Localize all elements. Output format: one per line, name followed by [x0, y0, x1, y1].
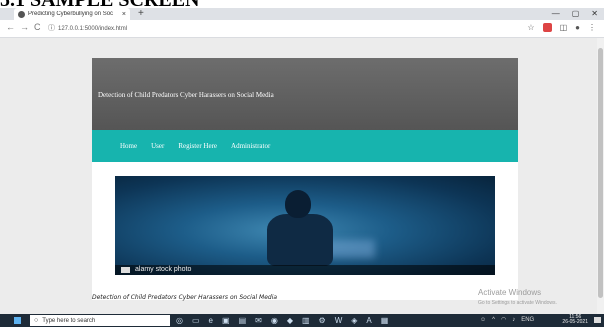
start-button[interactable]	[14, 317, 21, 324]
address-bar: ← → C ⓘ 127.0.0.1:5000/index.html ☆ ◫ ● ⋮	[0, 20, 604, 38]
site-navbar: Home User Register Here Administrator	[92, 130, 518, 162]
word-icon[interactable]: W	[335, 316, 343, 325]
volume-icon[interactable]: ♪	[512, 317, 515, 323]
app-icon[interactable]: ◆	[287, 316, 293, 325]
task-view-icon[interactable]: ▭	[192, 316, 200, 325]
url-text: 127.0.0.1:5000/index.html	[58, 26, 128, 32]
taskbar-search[interactable]: ○ Type here to search	[30, 315, 170, 326]
page-viewport: Detection of Child Predators Cyber Haras…	[0, 38, 597, 314]
browser-tabstrip: Predicting Cyberbullying on Soc × + — ▢ …	[0, 8, 604, 20]
search-placeholder: Type here to search	[42, 318, 96, 324]
file-explorer-icon[interactable]: ▤	[239, 316, 247, 325]
toolbar-icons: ☆ ◫ ● ⋮	[527, 23, 596, 32]
cast-icon[interactable]: ◫	[560, 23, 568, 32]
nav-user[interactable]: User	[151, 142, 164, 150]
settings-icon[interactable]: ⚙	[319, 316, 326, 325]
store-icon[interactable]: ▣	[222, 316, 230, 325]
person-figure	[267, 214, 333, 266]
close-tab-icon[interactable]: ×	[122, 11, 126, 18]
bookmark-star-icon[interactable]: ☆	[527, 23, 534, 32]
new-tab-button[interactable]: +	[138, 8, 144, 20]
activate-windows-notice: Activate Windows Go to Settings to activ…	[478, 282, 557, 306]
mail-icon[interactable]: ✉	[255, 316, 262, 325]
python-icon[interactable]: ◈	[351, 316, 357, 325]
nav-administrator[interactable]: Administrator	[231, 142, 270, 150]
document-heading: 5.1 SAMPLE SCREEN	[0, 0, 200, 11]
photos-icon[interactable]: ▥	[302, 316, 310, 325]
show-hidden-icon[interactable]: ^	[492, 317, 495, 323]
profile-icon[interactable]: ●	[575, 23, 580, 32]
people-icon[interactable]: ☺	[480, 317, 486, 323]
info-icon[interactable]: ⓘ	[48, 25, 55, 32]
stock-logo-icon	[121, 267, 130, 273]
activate-subtitle: Go to Settings to activate Windows.	[478, 300, 557, 306]
taskbar-clock[interactable]: 11:56 26-05-2021	[562, 315, 588, 325]
page-footer: Detection of Child Predators Cyber Haras…	[92, 294, 278, 301]
back-button[interactable]: ←	[6, 22, 15, 32]
url-field[interactable]: ⓘ 127.0.0.1:5000/index.html	[48, 23, 518, 34]
hero-image: alamy stock photo	[115, 176, 495, 275]
menu-icon[interactable]: ⋮	[588, 23, 596, 32]
edge-icon[interactable]: e	[209, 316, 213, 325]
extra-app-icon[interactable]: ▦	[381, 316, 389, 325]
scroll-thumb[interactable]	[598, 48, 603, 298]
nav-home[interactable]: Home	[120, 142, 137, 150]
system-tray: ☺ ^ ◠ ♪ ENG	[480, 316, 534, 324]
site-favicon-icon	[18, 10, 25, 18]
taskbar-apps: ◎ ▭ e ▣ ▤ ✉ ◉ ◆ ▥ ⚙ W ◈ A ▦	[176, 316, 388, 325]
network-icon[interactable]: ◠	[501, 316, 506, 323]
activate-title: Activate Windows	[478, 288, 542, 297]
nav-register[interactable]: Register Here	[178, 142, 217, 150]
tab-title: Predicting Cyberbullying on Soc	[28, 11, 114, 17]
chrome-icon[interactable]: ◉	[271, 316, 278, 325]
windows-taskbar: ○ Type here to search ◎ ▭ e ▣ ▤ ✉ ◉ ◆ ▥ ⚙…	[0, 314, 604, 327]
search-icon: ○	[34, 317, 39, 324]
notification-icon[interactable]	[594, 317, 601, 323]
site-title: Detection of Child Predators Cyber Haras…	[98, 91, 274, 99]
close-window-button[interactable]: ✕	[591, 8, 598, 20]
reload-button[interactable]: C	[34, 22, 41, 32]
browser-tab[interactable]: Predicting Cyberbullying on Soc ×	[14, 8, 130, 20]
maximize-button[interactable]: ▢	[572, 8, 580, 20]
acrobat-icon[interactable]: A	[366, 316, 371, 325]
extension-icon[interactable]	[542, 23, 552, 32]
clock-date: 26-05-2021	[562, 319, 588, 325]
cortana-icon[interactable]: ◎	[176, 316, 183, 325]
person-head	[285, 190, 311, 218]
language-indicator[interactable]: ENG	[521, 317, 534, 323]
window-controls: — ▢ ✕	[552, 8, 598, 20]
image-watermark: alamy stock photo	[135, 266, 192, 273]
page-scrollbar[interactable]	[597, 38, 604, 314]
forward-button[interactable]: →	[20, 22, 29, 32]
minimize-button[interactable]: —	[552, 8, 560, 20]
